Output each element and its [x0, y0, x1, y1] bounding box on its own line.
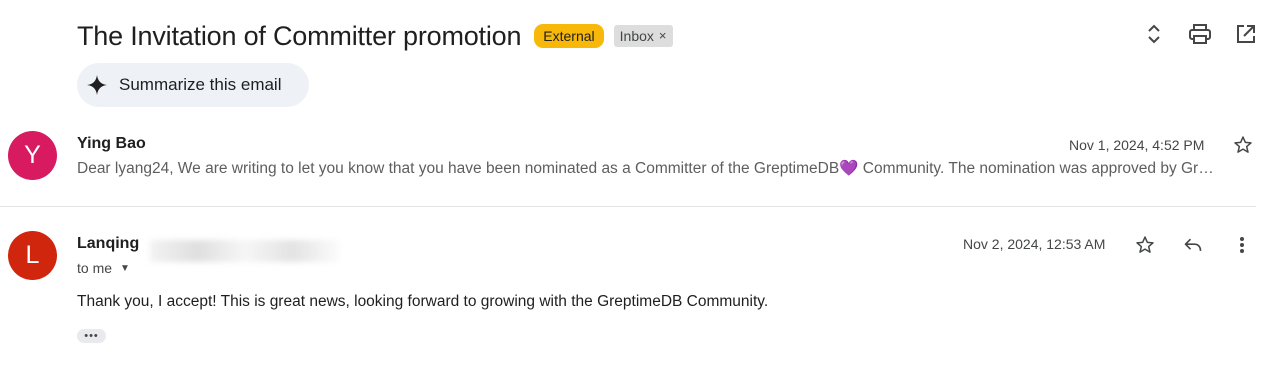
inbox-label-text: Inbox	[619, 28, 654, 44]
remove-label-icon[interactable]: ×	[659, 27, 667, 45]
print-icon[interactable]	[1188, 22, 1212, 46]
expand-collapse-icon[interactable]	[1142, 22, 1166, 46]
summarize-email-button[interactable]: Summarize this email	[77, 63, 309, 107]
thread-actions	[1142, 22, 1258, 46]
external-label-badge: External	[534, 24, 604, 48]
message-snippet[interactable]: Dear lyang24, We are writing to let you …	[77, 159, 1255, 178]
summarize-label: Summarize this email	[119, 75, 282, 94]
avatar[interactable]: L	[8, 231, 57, 280]
snippet-text-start: Dear lyang24, We are writing to let you …	[77, 160, 840, 177]
message-date[interactable]: Nov 1, 2024, 4:52 PM	[1069, 137, 1204, 153]
open-in-new-window-icon[interactable]	[1234, 22, 1258, 46]
more-options-icon[interactable]	[1230, 233, 1254, 257]
email-subject: The Invitation of Committer promotion	[77, 20, 522, 51]
recipient-text: to me	[77, 260, 113, 276]
avatar[interactable]: Y	[8, 131, 57, 180]
sender-name[interactable]: Lanqing	[77, 235, 139, 253]
sparkle-icon	[87, 75, 107, 95]
snippet-text-end: Community. The nomination was approved b…	[858, 160, 1214, 177]
email-header: The Invitation of Committer promotion Ex…	[77, 18, 673, 54]
sender-name[interactable]: Ying Bao	[77, 135, 146, 153]
chevron-down-icon: ▼	[120, 262, 130, 274]
star-icon[interactable]	[1231, 133, 1255, 157]
message-date[interactable]: Nov 2, 2024, 12:53 AM	[963, 236, 1105, 252]
star-icon[interactable]	[1133, 233, 1157, 257]
purple-heart-emoji: 💜	[839, 160, 859, 177]
redacted-sender-email	[150, 240, 340, 262]
inbox-label-badge[interactable]: Inbox ×	[613, 25, 673, 47]
message-body: Thank you, I accept! This is great news,…	[77, 293, 769, 310]
message-divider	[0, 206, 1256, 207]
reply-icon[interactable]	[1181, 233, 1205, 257]
recipient-details[interactable]: to me ▼	[77, 260, 130, 276]
show-trimmed-content-button[interactable]: •••	[77, 329, 106, 343]
